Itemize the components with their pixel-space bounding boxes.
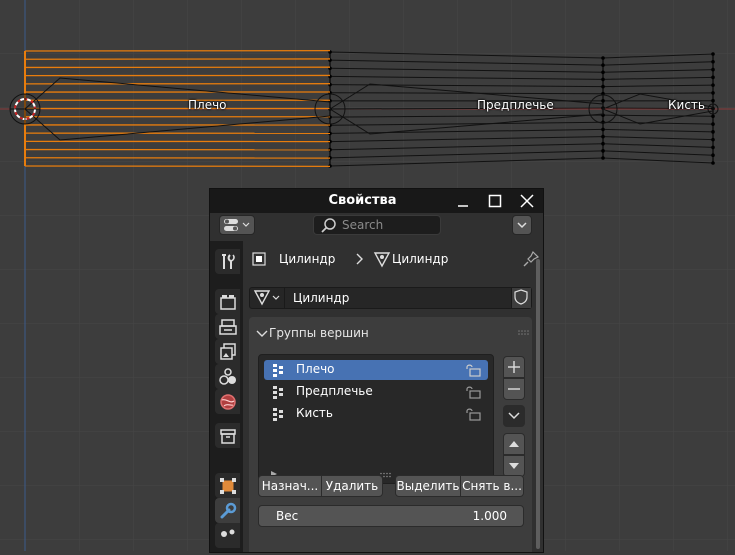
deselect-button[interactable]: Снять в... (460, 475, 524, 497)
properties-panel: Цилиндр Цилиндр Цилиндр (243, 241, 543, 552)
move-down-button[interactable] (503, 455, 525, 477)
unlock-icon[interactable] (464, 407, 482, 421)
mesh-data-name[interactable]: Цилиндр (293, 291, 349, 305)
tab-view-layer[interactable] (215, 339, 240, 364)
maximize-button[interactable] (481, 189, 509, 213)
tab-render[interactable] (215, 289, 240, 314)
properties-window: Свойства (209, 188, 544, 553)
object-icon (218, 476, 238, 496)
minimize-icon (456, 194, 470, 208)
minus-icon (507, 382, 521, 396)
world-icon (218, 392, 238, 412)
tab-modifier[interactable] (215, 498, 240, 523)
properties-header (210, 213, 543, 241)
tab-output[interactable] (215, 314, 240, 339)
vertex-group-list[interactable]: Плечо Предплечье (258, 354, 494, 484)
search-field[interactable] (313, 215, 441, 235)
vertex-group-name: Предплечье (296, 384, 373, 398)
wrench-icon (218, 501, 238, 521)
scene-icon (218, 367, 238, 387)
maximize-icon (488, 194, 502, 208)
chevron-down-icon (507, 409, 521, 423)
tool-icon (218, 252, 238, 272)
weight-label: Вес (276, 509, 298, 523)
editor-type-button[interactable] (219, 215, 255, 235)
view-layer-icon (218, 342, 238, 362)
close-button[interactable] (513, 189, 541, 213)
properties-tabs (210, 241, 243, 552)
move-up-button[interactable] (503, 433, 525, 455)
minimize-button[interactable] (449, 189, 477, 213)
breadcrumb-mesh: Цилиндр (392, 252, 448, 266)
chevron-down-icon[interactable] (255, 327, 269, 341)
tab-tool[interactable] (215, 249, 240, 274)
weight-slider[interactable]: Вес 1.000 (258, 505, 524, 527)
add-group-button[interactable] (503, 356, 525, 378)
vertex-group-item[interactable]: Плечо (264, 360, 488, 380)
breadcrumb: Цилиндр Цилиндр (243, 241, 543, 275)
vertex-group-name: Плечо (296, 362, 335, 376)
drag-handle-icon[interactable] (517, 329, 529, 337)
shield-icon (512, 288, 530, 306)
vertex-group-icon (272, 407, 288, 421)
close-icon (520, 194, 534, 208)
particles-icon (218, 526, 238, 546)
window-titlebar[interactable]: Свойства (210, 189, 543, 213)
tab-particles[interactable] (215, 523, 240, 548)
options-dropdown-button[interactable] (512, 215, 532, 235)
bone-label-upper-arm: Плечо (188, 98, 227, 112)
tab-object[interactable] (215, 473, 240, 498)
vertex-groups-panel: Группы вершин Плечо (249, 317, 532, 553)
tab-collection[interactable] (215, 423, 240, 448)
mesh-icon (373, 250, 391, 268)
breadcrumb-object: Цилиндр (279, 252, 335, 266)
select-button[interactable]: Выделить (395, 475, 461, 497)
vertex-groups-title[interactable]: Группы вершин (269, 326, 369, 340)
remove-group-button[interactable] (503, 378, 525, 400)
bone-label-forearm: Предплечье (477, 98, 554, 112)
bone-label-hand: Кисть (668, 98, 705, 112)
group-specials-button[interactable] (503, 405, 525, 427)
collection-icon (218, 426, 238, 446)
fake-user-button[interactable] (511, 288, 531, 308)
assign-button[interactable]: Назнач... (258, 475, 322, 497)
vertex-group-item[interactable]: Кисть (264, 404, 488, 424)
vertex-group-name: Кисть (296, 406, 333, 420)
vertex-group-icon (272, 385, 288, 399)
object-square-icon (250, 250, 268, 268)
plus-icon (507, 360, 521, 374)
search-input[interactable] (342, 217, 434, 233)
tab-scene[interactable] (215, 364, 240, 389)
chevron-down-icon (513, 216, 531, 234)
unlock-icon[interactable] (464, 363, 482, 377)
chevron-right-icon (354, 252, 366, 266)
output-icon (218, 317, 238, 337)
mesh-data-selector[interactable]: Цилиндр (249, 287, 532, 309)
unlock-icon[interactable] (464, 385, 482, 399)
triangle-up-icon (507, 437, 521, 451)
vertex-group-item[interactable]: Предплечье (264, 382, 488, 402)
remove-button[interactable]: Удалить (321, 475, 383, 497)
vertex-group-icon (272, 363, 288, 377)
panel-scrollbar[interactable] (536, 259, 540, 549)
render-icon (218, 292, 238, 312)
triangle-down-icon (507, 459, 521, 473)
mesh-data-browse-icon[interactable] (252, 288, 288, 308)
weight-value: 1.000 (473, 509, 507, 523)
editor-type-icon (220, 216, 254, 234)
tab-world[interactable] (215, 389, 240, 414)
search-icon (320, 216, 338, 234)
